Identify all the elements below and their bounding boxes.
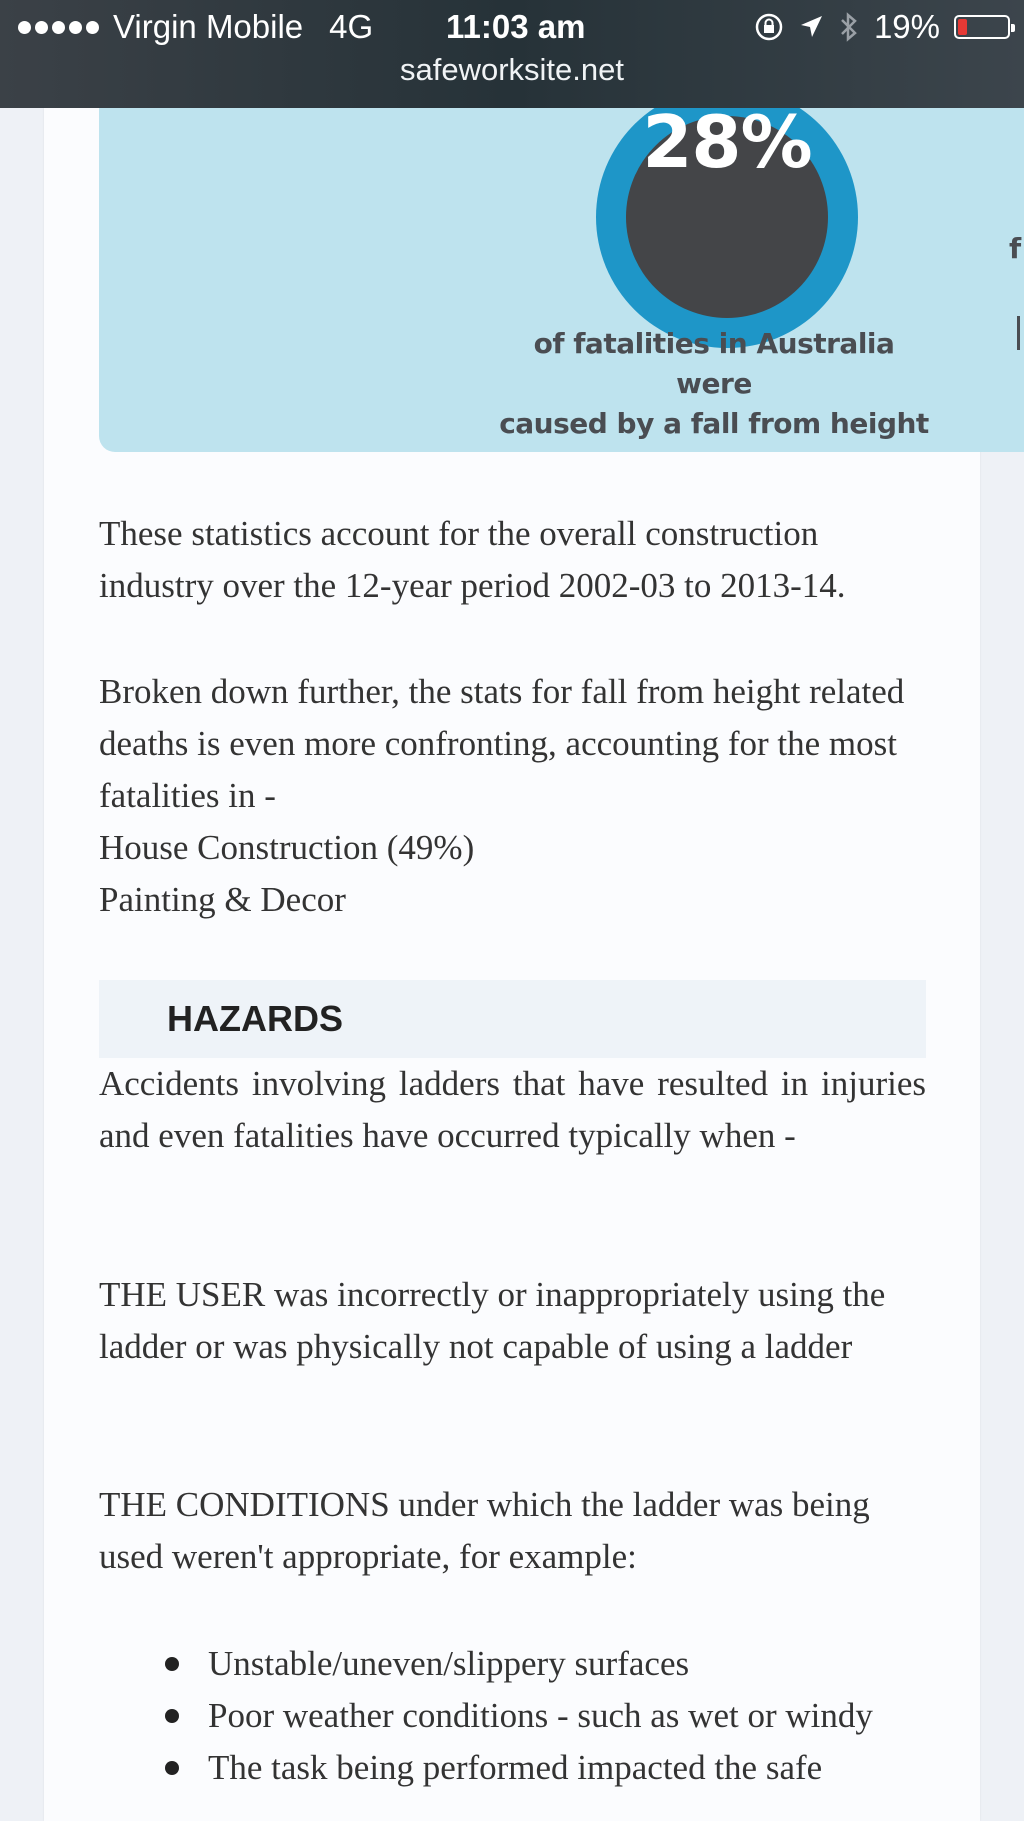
stats-period-paragraph: These statistics account for the overall… xyxy=(99,514,846,605)
breakdown-item: Painting & Decor xyxy=(99,880,346,919)
fall-statistic-infographic: 28% of fatalities in Australia were caus… xyxy=(99,108,1024,452)
user-paragraph: THE USER was incorrectly or inappropriat… xyxy=(99,1275,886,1366)
conditions-list: Unstable/uneven/slippery surfaces Poor w… xyxy=(99,1638,929,1794)
hazards-heading-bar: HAZARDS xyxy=(99,980,926,1058)
bluetooth-icon xyxy=(841,12,857,42)
location-arrow-icon xyxy=(800,16,822,37)
next-panel-text-fragment: f xyxy=(1009,232,1022,265)
breakdown-paragraph: Broken down further, the stats for fall … xyxy=(99,666,929,926)
infographic-caption: of fatalities in Australia were caused b… xyxy=(499,327,929,440)
percentage-ring: 28% xyxy=(596,108,858,348)
status-time: 11:03 am xyxy=(446,8,586,45)
list-item: Unstable/uneven/slippery surfaces xyxy=(99,1638,929,1690)
hazards-heading: HAZARDS xyxy=(167,998,343,1039)
battery-percent: 19% xyxy=(873,8,940,45)
conditions-paragraph: THE CONDITIONS under which the ladder wa… xyxy=(99,1485,870,1576)
address-bar-url[interactable]: safeworksite.net xyxy=(0,52,1024,88)
signal-strength-icon xyxy=(18,20,99,34)
next-panel-fragment xyxy=(1017,316,1020,350)
breakdown-item: House Construction (49%) xyxy=(99,828,475,867)
rotation-lock-icon xyxy=(755,13,783,41)
accidents-paragraph: Accidents involving ladders that have re… xyxy=(99,1064,926,1155)
status-bar: Virgin Mobile 4G 11:03 am 19% safeworksi… xyxy=(0,0,1024,108)
carrier-name: Virgin Mobile xyxy=(113,8,304,45)
list-item: Poor weather conditions - such as wet or… xyxy=(99,1690,929,1742)
battery-icon xyxy=(954,15,1015,39)
percentage-value: 28% xyxy=(642,108,812,184)
network-type: 4G xyxy=(329,8,374,45)
list-item: The task being performed impacted the sa… xyxy=(99,1742,929,1794)
